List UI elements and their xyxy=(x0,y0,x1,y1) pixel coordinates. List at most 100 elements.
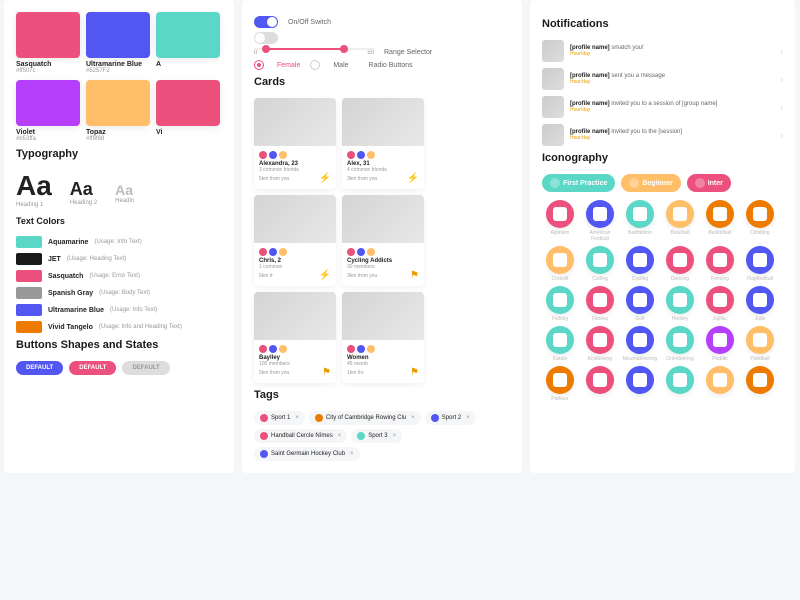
chevron-right-icon: › xyxy=(780,75,783,84)
text-colors-list: Aquamarine(Usage: Info Text) JET(Usage: H… xyxy=(16,236,222,333)
close-icon[interactable]: × xyxy=(338,433,342,439)
notification-row[interactable]: [profile name] invited you to a session … xyxy=(542,96,783,118)
tag-chip[interactable]: Sport 2× xyxy=(425,411,476,425)
close-icon[interactable]: × xyxy=(393,433,397,439)
tags-title: Tags xyxy=(254,389,510,401)
tags-list: Sport 1× City of Cambridge Rowing Clu× Spo… xyxy=(254,411,510,461)
sport-icon-item[interactable]: Curling xyxy=(582,246,618,282)
left-panel: Sasquatch#ff507c Ultramarine Blue#5257F2… xyxy=(4,0,234,473)
sport-icon-item[interactable]: Hockey xyxy=(662,286,698,322)
sport-icon-item[interactable]: Parkour xyxy=(542,366,578,402)
profile-card[interactable]: Baylley100 members5km from you⚑ xyxy=(254,292,336,383)
sport-icon-item[interactable]: Climbing xyxy=(742,200,778,242)
swatch-topaz[interactable]: Topaz#ffbf68 xyxy=(86,80,150,142)
text-color-row: JET(Usage: Heading Text) xyxy=(16,253,222,265)
sport-icon-item[interactable]: Golf xyxy=(622,286,658,322)
group-icon: ⚑ xyxy=(410,367,419,378)
sport-icon-item[interactable]: Cycling xyxy=(622,246,658,282)
cards-grid: Alexandra, 233 common friends5km from yo… xyxy=(254,98,510,383)
sport-icon-item[interactable] xyxy=(662,366,698,402)
sport-icon-item[interactable]: Alpinism xyxy=(542,200,578,242)
swatch-violet[interactable]: Violet#b53ffa xyxy=(16,80,80,142)
sport-icon-item[interactable]: Fitness xyxy=(582,286,618,322)
sport-icon-item[interactable]: Fishing xyxy=(542,286,578,322)
tag-chip[interactable]: City of Cambridge Rowing Clu× xyxy=(309,411,421,425)
buttons-title: Buttons Shapes and States xyxy=(16,339,222,351)
sport-icon-item[interactable]: Paintball xyxy=(742,326,778,362)
sport-icon-item[interactable] xyxy=(702,366,738,402)
group-icon: ⚑ xyxy=(322,367,331,378)
tag-chip[interactable]: Handball Cercle Nîmes× xyxy=(254,429,347,443)
tag-chip[interactable]: Sport 3× xyxy=(351,429,402,443)
level-pills: First Practice Beginner Inter xyxy=(542,174,783,192)
avatar xyxy=(542,40,564,62)
text-color-row: Vivid Tangelo(Usage: Info and Heading Te… xyxy=(16,321,222,333)
bolt-icon: ⚡ xyxy=(407,173,419,184)
sport-icon-item[interactable]: Badminton xyxy=(622,200,658,242)
button-default-pink[interactable]: DEFAULT xyxy=(69,361,116,375)
text-color-row: Ultramarine Blue(Usage: Info Text) xyxy=(16,304,222,316)
radio-male[interactable] xyxy=(310,60,320,70)
switch-label: On/Off Switch xyxy=(288,19,331,26)
avatar xyxy=(542,68,564,90)
sport-icon-item[interactable] xyxy=(582,366,618,402)
profile-card[interactable]: Cycling Addicts30 members3km from you⚑ xyxy=(342,195,424,286)
swatch-ultramarine[interactable]: Ultramarine Blue#5257F2 xyxy=(86,12,150,74)
sport-icon-item[interactable]: Mountaineering xyxy=(622,326,658,362)
level-pill[interactable]: Beginner xyxy=(621,174,680,192)
text-color-row: Aquamarine(Usage: Info Text) xyxy=(16,236,222,248)
chevron-right-icon: › xyxy=(780,47,783,56)
color-swatches: Sasquatch#ff507c Ultramarine Blue#5257F2… xyxy=(16,12,222,142)
tag-chip[interactable]: Saint Germain Hockey Club× xyxy=(254,447,360,461)
notification-row[interactable]: [profile name] sent you a messageHour/da… xyxy=(542,68,783,90)
text-colors-title: Text Colors xyxy=(16,216,222,226)
sport-icon-item[interactable]: Crossfit xyxy=(542,246,578,282)
switch-on[interactable] xyxy=(254,16,278,28)
close-icon[interactable]: × xyxy=(466,415,470,421)
sport-icon-item[interactable]: Flagfootball xyxy=(742,246,778,282)
sport-icon-item[interactable]: Jujitsu xyxy=(702,286,738,322)
notification-row[interactable]: [profile name] smatch you!Hour/day› xyxy=(542,40,783,62)
sport-icon-item[interactable] xyxy=(742,366,778,402)
notification-row[interactable]: [profile name] invited you to the [sessi… xyxy=(542,124,783,146)
text-color-row: Spanish Gray(Usage: Body Text) xyxy=(16,287,222,299)
notifications-title: Notifications xyxy=(542,18,783,30)
sport-icon-item[interactable] xyxy=(622,366,658,402)
profile-card[interactable]: Chris, 21 common6km fr⚡ xyxy=(254,195,336,286)
sport-icon-item[interactable]: Orienteering xyxy=(662,326,698,362)
level-pill[interactable]: Inter xyxy=(687,174,731,192)
sport-icon-item[interactable]: American Football xyxy=(582,200,618,242)
sport-icon-item[interactable]: Paddle xyxy=(702,326,738,362)
sport-icon-item[interactable]: Basketball xyxy=(702,200,738,242)
bolt-icon: ⚡ xyxy=(319,270,331,281)
swatch-sasquatch[interactable]: Sasquatch#ff507c xyxy=(16,12,80,74)
close-icon[interactable]: × xyxy=(411,415,415,421)
swatch-vi[interactable]: Vi xyxy=(156,80,220,142)
bolt-icon: ⚡ xyxy=(319,173,331,184)
sport-icon-item[interactable]: Kickboxing xyxy=(582,326,618,362)
range-slider[interactable] xyxy=(254,48,374,50)
avatar xyxy=(542,96,564,118)
icon-grid: AlpinismAmerican FootballBadmintonBaseba… xyxy=(542,200,783,402)
radio-female[interactable] xyxy=(254,60,264,70)
sport-icon-item[interactable]: Baseball xyxy=(662,200,698,242)
profile-card[interactable]: Women45 memb1km fro⚑ xyxy=(342,292,424,383)
swatch-aq[interactable]: A xyxy=(156,12,220,74)
middle-panel: On/Off Switch 050 Range Selector Female … xyxy=(242,0,522,473)
close-icon[interactable]: × xyxy=(295,415,299,421)
sport-icon-item[interactable]: Karate xyxy=(542,326,578,362)
sport-icon-item[interactable]: Judo xyxy=(742,286,778,322)
close-icon[interactable]: × xyxy=(350,451,354,457)
profile-card[interactable]: Alex, 314 common friends3km from you⚡ xyxy=(342,98,424,189)
switch-off[interactable] xyxy=(254,32,278,44)
notifications-list: [profile name] smatch you!Hour/day› [prof… xyxy=(542,40,783,146)
sport-icon-item[interactable]: Fencing xyxy=(702,246,738,282)
button-default-blue[interactable]: DEFAULT xyxy=(16,361,63,375)
tag-chip[interactable]: Sport 1× xyxy=(254,411,305,425)
sport-icon-item[interactable]: Dancing xyxy=(662,246,698,282)
button-default-grey[interactable]: DEFAULT xyxy=(122,361,169,375)
profile-card[interactable]: Alexandra, 233 common friends5km from yo… xyxy=(254,98,336,189)
right-panel: Notifications [profile name] smatch you!… xyxy=(530,0,795,473)
group-icon: ⚑ xyxy=(410,270,419,281)
level-pill[interactable]: First Practice xyxy=(542,174,615,192)
